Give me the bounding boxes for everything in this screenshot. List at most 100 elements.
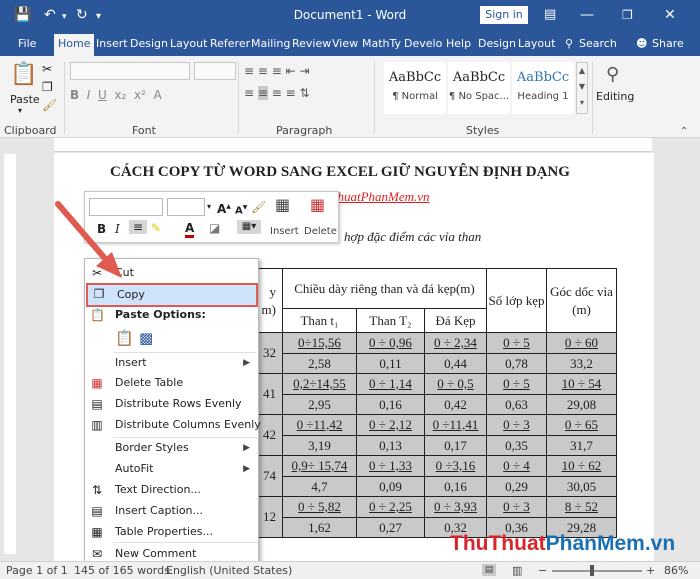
table-cell[interactable]: 0,16 <box>356 394 425 415</box>
table-cell[interactable]: 0 ÷ 3 <box>486 414 547 436</box>
shrink-font-icon[interactable]: A▼ <box>235 201 247 218</box>
paste-keep-formatting-icon[interactable]: 📋 <box>115 329 135 349</box>
tab-file[interactable]: File <box>18 36 36 52</box>
font-color-icon[interactable]: A <box>185 221 195 238</box>
zoom-out-icon[interactable]: − <box>538 562 547 579</box>
paste-picture-icon[interactable]: ▩ <box>139 329 159 349</box>
table-cell[interactable]: 0,42 <box>424 394 487 415</box>
ribbon-display-options-icon[interactable]: ▤ <box>544 6 556 24</box>
table-cell[interactable]: 0 ÷11,41 <box>424 414 487 436</box>
menu-item-distribute-columns[interactable]: ▥ Distribute Columns Evenly <box>86 415 260 435</box>
table-cell[interactable]: 0 ÷ 5 <box>486 332 547 354</box>
share-button[interactable]: Share <box>652 36 684 52</box>
mini-font-name-box[interactable] <box>89 198 163 216</box>
table-cell[interactable]: 0 ÷ 3,93 <box>424 496 487 518</box>
collapse-ribbon-icon[interactable]: ⌃ <box>680 126 688 137</box>
tab-help[interactable]: Help <box>446 36 471 52</box>
table-cell[interactable]: 0,2÷14,55 <box>282 373 357 395</box>
tab-table-layout[interactable]: Layout <box>518 36 555 52</box>
paste-button[interactable]: Paste <box>10 93 40 106</box>
font-name-box[interactable] <box>70 62 190 80</box>
cut-icon[interactable]: ✂ <box>42 62 52 76</box>
table-cell[interactable]: 30,05 <box>546 476 617 497</box>
mini-font-size-box[interactable] <box>167 198 205 216</box>
tab-insert[interactable]: Insert <box>96 36 128 52</box>
menu-item-cut[interactable]: ✂ Cut <box>86 263 258 283</box>
table-cell[interactable]: 0 ÷ 1,33 <box>356 455 425 477</box>
shading-icon[interactable]: ◪ <box>209 221 220 235</box>
table-cell[interactable]: 0,16 <box>424 476 487 497</box>
table-cell[interactable]: 0,11 <box>356 353 425 374</box>
table-cell[interactable]: 10 ÷ 54 <box>546 373 617 395</box>
table-cell[interactable]: 0 ÷11,42 <box>282 414 357 436</box>
table-cell[interactable]: 0 ÷ 0,96 <box>356 332 425 354</box>
copy-icon[interactable]: ❐ <box>42 80 53 94</box>
table-cell[interactable]: 8 ÷ 52 <box>546 496 617 518</box>
menu-item-table-properties[interactable]: ▦ Table Properties... <box>86 522 258 542</box>
font-size-box[interactable] <box>194 62 236 80</box>
menu-item-insert[interactable]: Insert ▶ <box>86 353 258 373</box>
table-cell[interactable]: 0,13 <box>356 435 425 456</box>
borders-icon[interactable]: ▦▾ <box>237 220 261 234</box>
style-normal[interactable]: AaBbCc ¶ Normal <box>384 62 446 114</box>
table-cell[interactable]: 0,63 <box>486 394 547 415</box>
italic-button[interactable]: I <box>115 222 120 236</box>
menu-item-copy[interactable]: ❐ Copy <box>86 283 258 307</box>
restore-icon[interactable]: ❐ <box>622 6 633 24</box>
table-cell[interactable]: 0 ÷ 4 <box>486 455 547 477</box>
table-cell[interactable]: 0 ÷ 0,5 <box>424 373 487 395</box>
tab-mathtype[interactable]: MathTy <box>362 36 401 52</box>
zoom-in-icon[interactable]: + <box>646 562 655 579</box>
table-cell[interactable]: 0,29 <box>486 476 547 497</box>
font-size-dropdown-icon[interactable]: ▾ <box>207 200 211 214</box>
tab-table-design[interactable]: Design <box>478 36 516 52</box>
paste-icon[interactable]: 📋 <box>10 60 37 90</box>
table-cell[interactable]: 0,17 <box>424 435 487 456</box>
table-cell[interactable]: 1,62 <box>282 517 357 538</box>
tab-home[interactable]: Home <box>54 34 95 56</box>
table-cell[interactable]: 0 ÷ 2,34 <box>424 332 487 354</box>
menu-item-distribute-rows[interactable]: ▤ Distribute Rows Evenly <box>86 394 258 414</box>
delete-table-icon[interactable]: ▦ <box>310 197 325 213</box>
table-cell[interactable]: 0 ÷ 2,25 <box>356 496 425 518</box>
print-layout-icon[interactable]: ▤ <box>482 564 496 576</box>
table-cell[interactable]: 0 ÷ 3 <box>486 496 547 518</box>
table-cell[interactable]: 0 ÷ 65 <box>546 414 617 436</box>
table-cell[interactable]: 0,27 <box>356 517 425 538</box>
font-format-buttons[interactable]: B I U x₂ x² A <box>70 88 230 108</box>
search-icon[interactable]: ⚲ <box>565 36 573 52</box>
bold-button[interactable]: B <box>97 222 106 236</box>
table-cell[interactable]: 0,09 <box>356 476 425 497</box>
tab-review[interactable]: Review <box>292 36 331 52</box>
table-cell[interactable]: 4,7 <box>282 476 357 497</box>
center-align-button[interactable]: ≡ <box>129 220 147 234</box>
format-painter-icon[interactable]: 🖌 <box>251 200 266 214</box>
table-cell[interactable]: 3,19 <box>282 435 357 456</box>
table-cell[interactable]: 10 ÷ 62 <box>546 455 617 477</box>
table-cell[interactable]: 33,2 <box>546 353 617 374</box>
tab-layout[interactable]: Layout <box>170 36 207 52</box>
grow-font-icon[interactable]: A▲ <box>217 200 231 216</box>
menu-item-text-direction[interactable]: ⇅ Text Direction... <box>86 480 258 500</box>
word-count[interactable]: 145 of 165 words <box>74 562 170 579</box>
alignment-buttons[interactable]: ≡ ≡ ≡ ≡ ⇅ <box>244 86 362 104</box>
tab-view[interactable]: View <box>332 36 358 52</box>
minimize-icon[interactable]: — <box>580 6 594 24</box>
table-cell[interactable]: 0,78 <box>486 353 547 374</box>
table-cell[interactable]: 0,35 <box>486 435 547 456</box>
tab-design[interactable]: Design <box>130 36 168 52</box>
table-cell[interactable]: 2,95 <box>282 394 357 415</box>
menu-item-border-styles[interactable]: Border Styles ▶ <box>86 438 258 458</box>
table-cell[interactable]: 0 ÷3,16 <box>424 455 487 477</box>
menu-item-insert-caption[interactable]: ▤ Insert Caption... <box>86 501 258 521</box>
table-cell[interactable]: 0 ÷ 5,82 <box>282 496 357 518</box>
language-indicator[interactable]: English (United States) <box>166 562 292 579</box>
style-heading-1[interactable]: AaBbCc Heading 1 <box>512 62 574 114</box>
mini-insert-button[interactable]: Insert <box>270 225 299 239</box>
format-painter-icon[interactable]: 🖌 <box>42 98 57 112</box>
table-cell[interactable]: 0 ÷ 1,14 <box>356 373 425 395</box>
find-icon[interactable]: ⚲ <box>606 64 619 85</box>
table-cell[interactable]: 0 ÷ 2,12 <box>356 414 425 436</box>
tab-mailings[interactable]: Mailing <box>251 36 290 52</box>
web-layout-icon[interactable]: ▥ <box>512 562 522 579</box>
